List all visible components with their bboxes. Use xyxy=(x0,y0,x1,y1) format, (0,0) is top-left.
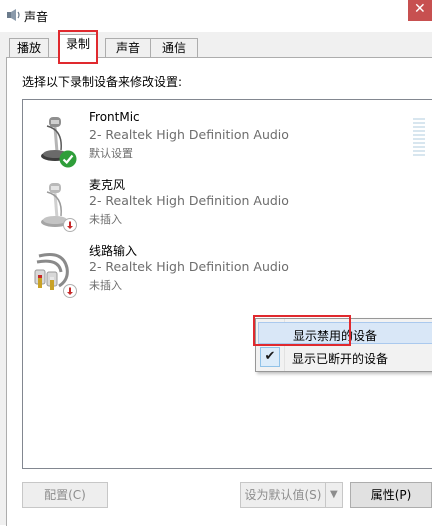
device-item-frontmic[interactable]: FrontMic 2- Realtek High Definition Audi… xyxy=(23,108,425,168)
device-description: 2- Realtek High Definition Audio xyxy=(89,259,289,274)
device-status: 未插入 xyxy=(89,213,122,226)
unplugged-badge-icon xyxy=(63,218,77,232)
device-item-line-in[interactable]: 线路输入 2- Realtek High Definition Audio 未插… xyxy=(23,240,423,300)
context-menu: 显示禁用的设备 ✔ 显示已断开的设备 xyxy=(255,318,432,372)
close-button[interactable]: ✕ xyxy=(408,0,432,21)
device-item-microphone[interactable]: 麦克风 2- Realtek High Definition Audio 未插入 xyxy=(23,174,423,234)
tab-sounds-label: 声音 xyxy=(115,41,140,55)
properties-button[interactable]: 属性(P) xyxy=(350,482,432,508)
default-check-badge-icon xyxy=(59,150,77,168)
tab-playback-label: 播放 xyxy=(16,41,41,55)
checkmark-icon: ✔ xyxy=(260,347,280,367)
close-icon: ✕ xyxy=(414,1,426,17)
tab-recording[interactable]: 录制 xyxy=(59,34,97,59)
device-description: 2- Realtek High Definition Audio xyxy=(89,127,289,142)
tab-sounds[interactable]: 声音 xyxy=(105,38,151,58)
set-default-button[interactable]: 设为默认值(S) xyxy=(240,482,326,508)
configure-button-label: 配置(C) xyxy=(44,488,86,502)
device-description: 2- Realtek High Definition Audio xyxy=(89,193,289,208)
set-default-dropdown[interactable]: ▼ xyxy=(325,482,343,508)
tab-communications-label: 通信 xyxy=(161,41,186,55)
tab-playback[interactable]: 播放 xyxy=(9,38,49,58)
speaker-icon xyxy=(7,9,20,21)
properties-button-label: 属性(P) xyxy=(370,488,412,502)
tab-recording-label: 录制 xyxy=(65,37,90,51)
device-status: 未插入 xyxy=(89,279,122,292)
menu-item-show-disconnected-devices[interactable]: ✔ 显示已断开的设备 xyxy=(258,346,432,368)
menu-item-label: 显示已断开的设备 xyxy=(292,352,389,366)
device-name: 线路输入 xyxy=(89,244,138,258)
chevron-down-icon: ▼ xyxy=(330,489,338,500)
window-title: 声音 xyxy=(24,10,49,24)
device-list[interactable]: FrontMic 2- Realtek High Definition Audi… xyxy=(22,99,432,469)
unplugged-badge-icon xyxy=(63,284,77,298)
title-bar: 声音 ✕ xyxy=(0,0,432,32)
menu-item-label: 显示禁用的设备 xyxy=(293,329,378,343)
menu-item-show-disabled-devices[interactable]: 显示禁用的设备 xyxy=(258,322,432,344)
device-name: 麦克风 xyxy=(89,178,126,192)
set-default-button-label: 设为默认值(S) xyxy=(244,488,322,502)
instruction-text: 选择以下录制设备来修改设置: xyxy=(22,75,183,89)
configure-button[interactable]: 配置(C) xyxy=(22,482,108,508)
tab-communications[interactable]: 通信 xyxy=(150,38,198,58)
device-name: FrontMic xyxy=(89,110,140,124)
device-status: 默认设置 xyxy=(89,147,133,160)
level-meter xyxy=(413,118,425,158)
